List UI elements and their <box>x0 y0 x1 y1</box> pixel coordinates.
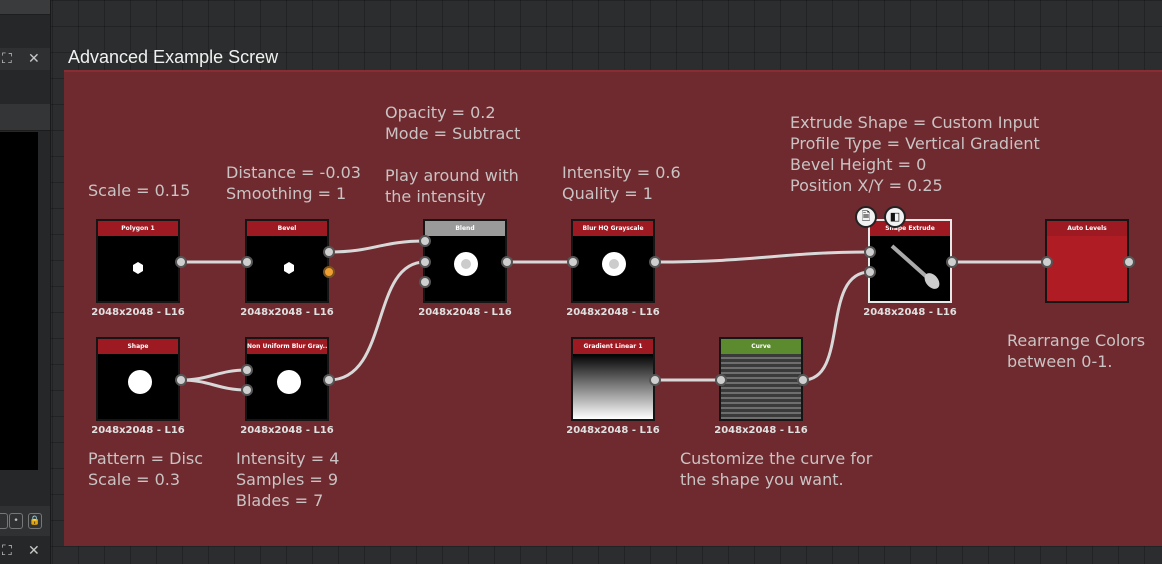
node-title: Bevel <box>247 221 327 236</box>
link-shape-nublur-b <box>180 378 248 392</box>
parameters-icon[interactable]: ◧ <box>884 206 906 228</box>
auto-levels-thumbnail <box>1047 236 1127 301</box>
comment-curve[interactable]: Customize the curve for the shape you wa… <box>680 448 872 490</box>
node-polygon[interactable]: Polygon 1 <box>96 219 180 303</box>
node-blend[interactable]: Blend <box>423 219 507 303</box>
comment-non-uniform-blur[interactable]: Intensity = 4 Samples = 9 Blades = 7 <box>236 448 339 511</box>
node-title: Blend <box>425 221 505 236</box>
node-resolution: 2048x2048 - L16 <box>418 307 512 318</box>
nublur-thumbnail <box>277 370 301 394</box>
input-port[interactable] <box>864 266 876 278</box>
comment-shape[interactable]: Pattern = Disc Scale = 0.3 <box>88 448 203 490</box>
input-port[interactable] <box>241 384 253 396</box>
node-shape-extrude[interactable]: Shape Extrude <box>868 219 952 303</box>
output-port[interactable] <box>323 374 335 386</box>
node-gradient-linear[interactable]: Gradient Linear 1 <box>571 337 655 421</box>
link-nublur-blend <box>328 260 426 382</box>
comment-auto-levels[interactable]: Rearrange Colors between 0-1. <box>1007 330 1145 372</box>
node-title: Shape Extrude <box>870 221 950 236</box>
input-port[interactable] <box>715 374 727 386</box>
input-port[interactable] <box>567 256 579 268</box>
link-bevel-blend <box>328 239 426 254</box>
node-resolution: 2048x2048 - L16 <box>91 425 185 436</box>
disc-thumbnail <box>128 370 152 394</box>
curve-thumbnail <box>721 354 801 419</box>
gradient-thumbnail <box>573 354 653 419</box>
input-port[interactable] <box>419 235 431 247</box>
output-port[interactable] <box>649 374 661 386</box>
output-port[interactable] <box>1123 256 1135 268</box>
node-title: Curve <box>721 339 801 354</box>
blend-thumbnail <box>454 252 478 276</box>
output-port[interactable] <box>175 374 187 386</box>
output-port[interactable] <box>175 256 187 268</box>
node-resolution: 2048x2048 - L16 <box>566 307 660 318</box>
node-title: Gradient Linear 1 <box>573 339 653 354</box>
output-port[interactable] <box>323 246 335 258</box>
node-title: Blur HQ Grayscale <box>573 221 653 236</box>
link-shape-nublur-a <box>180 368 248 382</box>
comment-bevel[interactable]: Distance = -0.03 Smoothing = 1 <box>226 162 361 204</box>
link-blur-extrude <box>654 250 871 264</box>
input-port[interactable] <box>864 246 876 258</box>
input-port[interactable] <box>419 276 431 288</box>
comment-shape-extrude[interactable]: Extrude Shape = Custom Input Profile Typ… <box>790 112 1040 196</box>
document-icon[interactable]: 🗎 <box>855 206 877 228</box>
input-port[interactable] <box>241 256 253 268</box>
node-shape[interactable]: Shape <box>96 337 180 421</box>
input-port[interactable] <box>419 256 431 268</box>
node-title: Auto Levels <box>1047 221 1127 236</box>
node-curve[interactable]: Curve <box>719 337 803 421</box>
normal-output-port[interactable] <box>323 266 335 278</box>
node-resolution: 2048x2048 - L16 <box>91 307 185 318</box>
output-port[interactable] <box>797 374 809 386</box>
node-bevel[interactable]: Bevel <box>245 219 329 303</box>
input-port[interactable] <box>1041 256 1053 268</box>
comment-blend[interactable]: Opacity = 0.2 Mode = Subtract Play aroun… <box>385 102 520 207</box>
link-curve-extrude <box>802 270 871 382</box>
node-blur-hq-grayscale[interactable]: Blur HQ Grayscale <box>571 219 655 303</box>
node-title: Shape <box>98 339 178 354</box>
node-resolution: 2048x2048 - L16 <box>566 425 660 436</box>
node-resolution: 2048x2048 - L16 <box>714 425 808 436</box>
blur-thumbnail <box>602 252 626 276</box>
comment-blur[interactable]: Intensity = 0.6 Quality = 1 <box>562 162 681 204</box>
node-title: Non Uniform Blur Gray... <box>247 339 327 354</box>
node-title: Polygon 1 <box>98 221 178 236</box>
screw-thumbnail <box>890 244 940 289</box>
node-resolution: 2048x2048 - L16 <box>240 307 334 318</box>
hexagon-thumbnail <box>133 262 143 274</box>
bevel-thumbnail <box>284 262 294 274</box>
comment-polygon-scale[interactable]: Scale = 0.15 <box>88 180 190 201</box>
node-non-uniform-blur[interactable]: Non Uniform Blur Gray... <box>245 337 329 421</box>
node-auto-levels[interactable]: Auto Levels <box>1045 219 1129 303</box>
output-port[interactable] <box>501 256 513 268</box>
input-port[interactable] <box>241 364 253 376</box>
node-resolution: 2048x2048 - L16 <box>240 425 334 436</box>
output-port[interactable] <box>649 256 661 268</box>
node-resolution: 2048x2048 - L16 <box>863 307 957 318</box>
output-port[interactable] <box>946 256 958 268</box>
